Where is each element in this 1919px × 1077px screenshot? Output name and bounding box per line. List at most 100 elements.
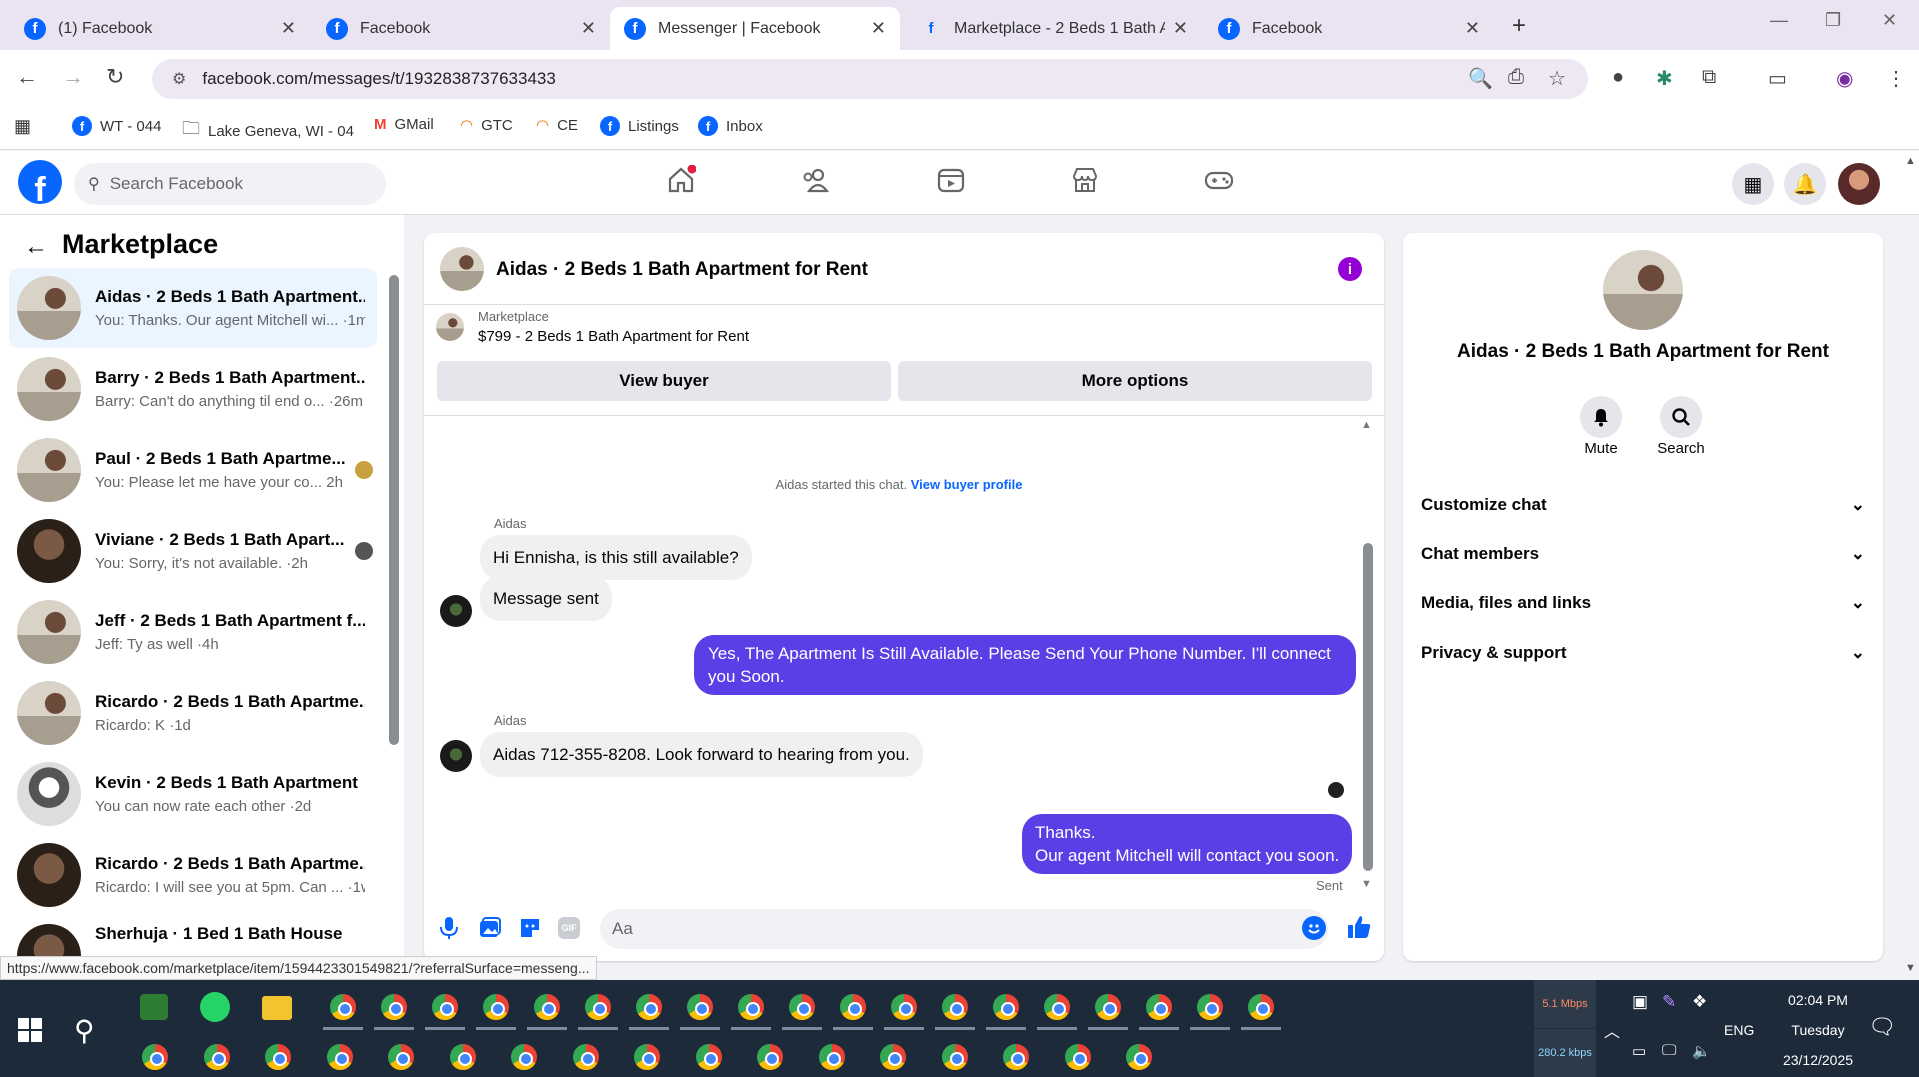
facebook-search-input[interactable]: ⚲ Search Facebook [74,163,386,205]
chrome-window-icon[interactable] [634,992,664,1022]
chrome-window-icon[interactable] [447,1042,478,1072]
notifications-button[interactable]: 🔔 [1784,163,1826,205]
close-icon[interactable]: ✕ [871,18,886,39]
incoming-message[interactable]: Hi Ennisha, is this still available? [480,535,752,580]
close-window-button[interactable]: ✕ [1882,10,1897,31]
chrome-window-icon[interactable] [430,992,460,1022]
conversation-item[interactable]: Jeff · 2 Beds 1 Bath Apartment f... Jeff:… [9,592,377,672]
sender-avatar[interactable] [440,595,472,627]
chrome-window-icon[interactable] [685,992,715,1022]
home-nav-icon[interactable] [666,165,696,195]
battery-icon[interactable]: ▭ [1632,1042,1646,1060]
view-buyer-profile-link[interactable]: View buyer profile [911,477,1023,492]
volume-icon[interactable]: 🔈 [1692,1042,1711,1060]
language-indicator[interactable]: ENG [1724,1022,1754,1038]
chrome-window-icon[interactable] [1246,992,1276,1022]
search-conversation-button[interactable] [1660,396,1702,438]
bookmark-inbox[interactable]: f Inbox [698,116,763,136]
conversation-item[interactable]: Kevin · 2 Beds 1 Bath Apartment You can n… [9,754,377,834]
close-icon[interactable]: ✕ [1465,18,1480,39]
chat-title[interactable]: Aidas · 2 Beds 1 Bath Apartment for Rent [496,259,868,281]
scroll-down-icon[interactable]: ▼ [1361,878,1372,890]
new-tab-button[interactable]: + [1512,12,1526,40]
info-icon[interactable]: i [1338,257,1362,281]
chrome-window-icon[interactable] [379,992,409,1022]
message-input[interactable]: Aa [600,909,1328,949]
conversation-item[interactable]: Aidas · 2 Beds 1 Bath Apartment... You: T… [9,268,377,348]
menu-grid-button[interactable]: ▦ [1732,163,1774,205]
minimize-button[interactable]: — [1770,10,1788,31]
like-thumb-icon[interactable] [1346,914,1372,940]
app-icon[interactable] [140,994,168,1020]
search-icon[interactable]: ⚲ [74,1014,95,1047]
profile-icon[interactable]: ◉ [1836,66,1853,91]
chrome-window-icon[interactable] [1093,992,1123,1022]
reload-button[interactable]: ↻ [106,64,124,90]
tab-search-icon[interactable]: ▭ [1768,66,1787,91]
conversation-item[interactable]: Ricardo · 2 Beds 1 Bath Apartme... Ricard… [9,673,377,753]
chrome-window-icon[interactable] [481,992,511,1022]
bookmark-star-icon[interactable]: ☆ [1548,66,1566,91]
bookmark-wt[interactable]: f WT - 044 [72,116,161,136]
extension-cookie-icon[interactable]: ● [1612,66,1624,89]
gaming-nav-icon[interactable] [1204,165,1234,195]
close-icon[interactable]: ✕ [281,18,296,39]
apps-grid-icon[interactable]: ▦ [14,116,31,137]
chrome-window-icon[interactable] [1124,1042,1154,1072]
chrome-window-icon[interactable] [570,1042,601,1072]
outgoing-message[interactable]: Thanks. Our agent Mitchell will contact … [1022,814,1353,874]
mute-button[interactable] [1580,396,1622,438]
bookmark-lake-geneva[interactable]: 🗀 Lake Geneva, WI - 04 [182,116,354,146]
chrome-window-icon[interactable] [1195,992,1225,1022]
close-icon[interactable]: ✕ [581,18,596,39]
restore-button[interactable]: ❐ [1825,10,1841,31]
microphone-icon[interactable] [438,916,460,940]
chrome-window-icon[interactable] [1144,992,1174,1022]
conversation-item[interactable]: Paul · 2 Beds 1 Bath Apartme... You: Plea… [9,430,377,510]
extension-icon[interactable]: ✱ [1656,66,1673,91]
chrome-window-icon[interactable] [940,992,970,1022]
chrome-window-icon[interactable] [693,1042,724,1072]
menu-icon[interactable]: ⋮ [1886,66,1906,91]
chat-members-section[interactable]: Chat members ⌄ [1421,544,1865,564]
chrome-window-icon[interactable] [509,1042,539,1072]
sticker-icon[interactable] [518,916,542,940]
site-info-icon[interactable]: ⚙ [172,69,186,89]
view-buyer-button[interactable]: View buyer [437,361,891,401]
page-scroll-down-icon[interactable]: ▼ [1905,962,1916,974]
file-explorer-icon[interactable] [262,996,292,1020]
conversation-item[interactable]: Viviane · 2 Beds 1 Bath Apart... You: Sor… [9,511,377,591]
customize-chat-section[interactable]: Customize chat ⌄ [1421,495,1865,515]
bookmark-gmail[interactable]: M GMail [374,116,434,133]
marketplace-nav-icon[interactable] [1070,165,1100,195]
scroll-up-icon[interactable]: ▲ [1361,419,1372,431]
notification-center-icon[interactable]: 🗨 [1868,1014,1896,1040]
facebook-logo-icon[interactable]: f [18,160,62,204]
conversations-scrollbar[interactable] [389,275,399,745]
bookmark-gtc[interactable]: ◠ GTC [460,116,513,135]
conversation-item[interactable]: Ricardo · 2 Beds 1 Bath Apartme... Ricard… [9,835,377,915]
dropbox-icon[interactable]: ❖ [1692,992,1707,1012]
chrome-window-icon[interactable] [787,992,817,1022]
profile-avatar[interactable] [1838,163,1880,205]
chrome-window-icon[interactable] [324,1042,355,1072]
tab-facebook-1[interactable]: f (1) Facebook ✕ [10,7,310,50]
chrome-window-icon[interactable] [1062,1042,1093,1072]
watch-nav-icon[interactable] [936,165,966,195]
forward-button[interactable]: → [62,64,84,90]
tab-facebook-2[interactable]: f Facebook ✕ [312,7,610,50]
chrome-window-icon[interactable] [328,992,358,1022]
sender-avatar[interactable] [440,740,472,772]
install-icon[interactable]: ⎙ [1508,66,1524,89]
conversation-item[interactable]: Barry · 2 Beds 1 Bath Apartment... Barry:… [9,349,377,429]
chrome-window-icon[interactable] [889,992,919,1022]
tab-marketplace[interactable]: f Marketplace - 2 Beds 1 Bath Ap ✕ [906,7,1202,50]
chrome-window-icon[interactable] [939,1042,970,1072]
chrome-window-icon[interactable] [1042,992,1072,1022]
clock-time[interactable]: 02:04 PM [1770,992,1866,1008]
tray-icon[interactable]: ▣ [1632,992,1648,1012]
bookmark-listings[interactable]: f Listings [600,116,679,136]
privacy-support-section[interactable]: Privacy & support ⌄ [1421,643,1865,663]
media-files-section[interactable]: Media, files and links ⌄ [1421,593,1865,613]
chrome-window-icon[interactable] [736,992,766,1022]
